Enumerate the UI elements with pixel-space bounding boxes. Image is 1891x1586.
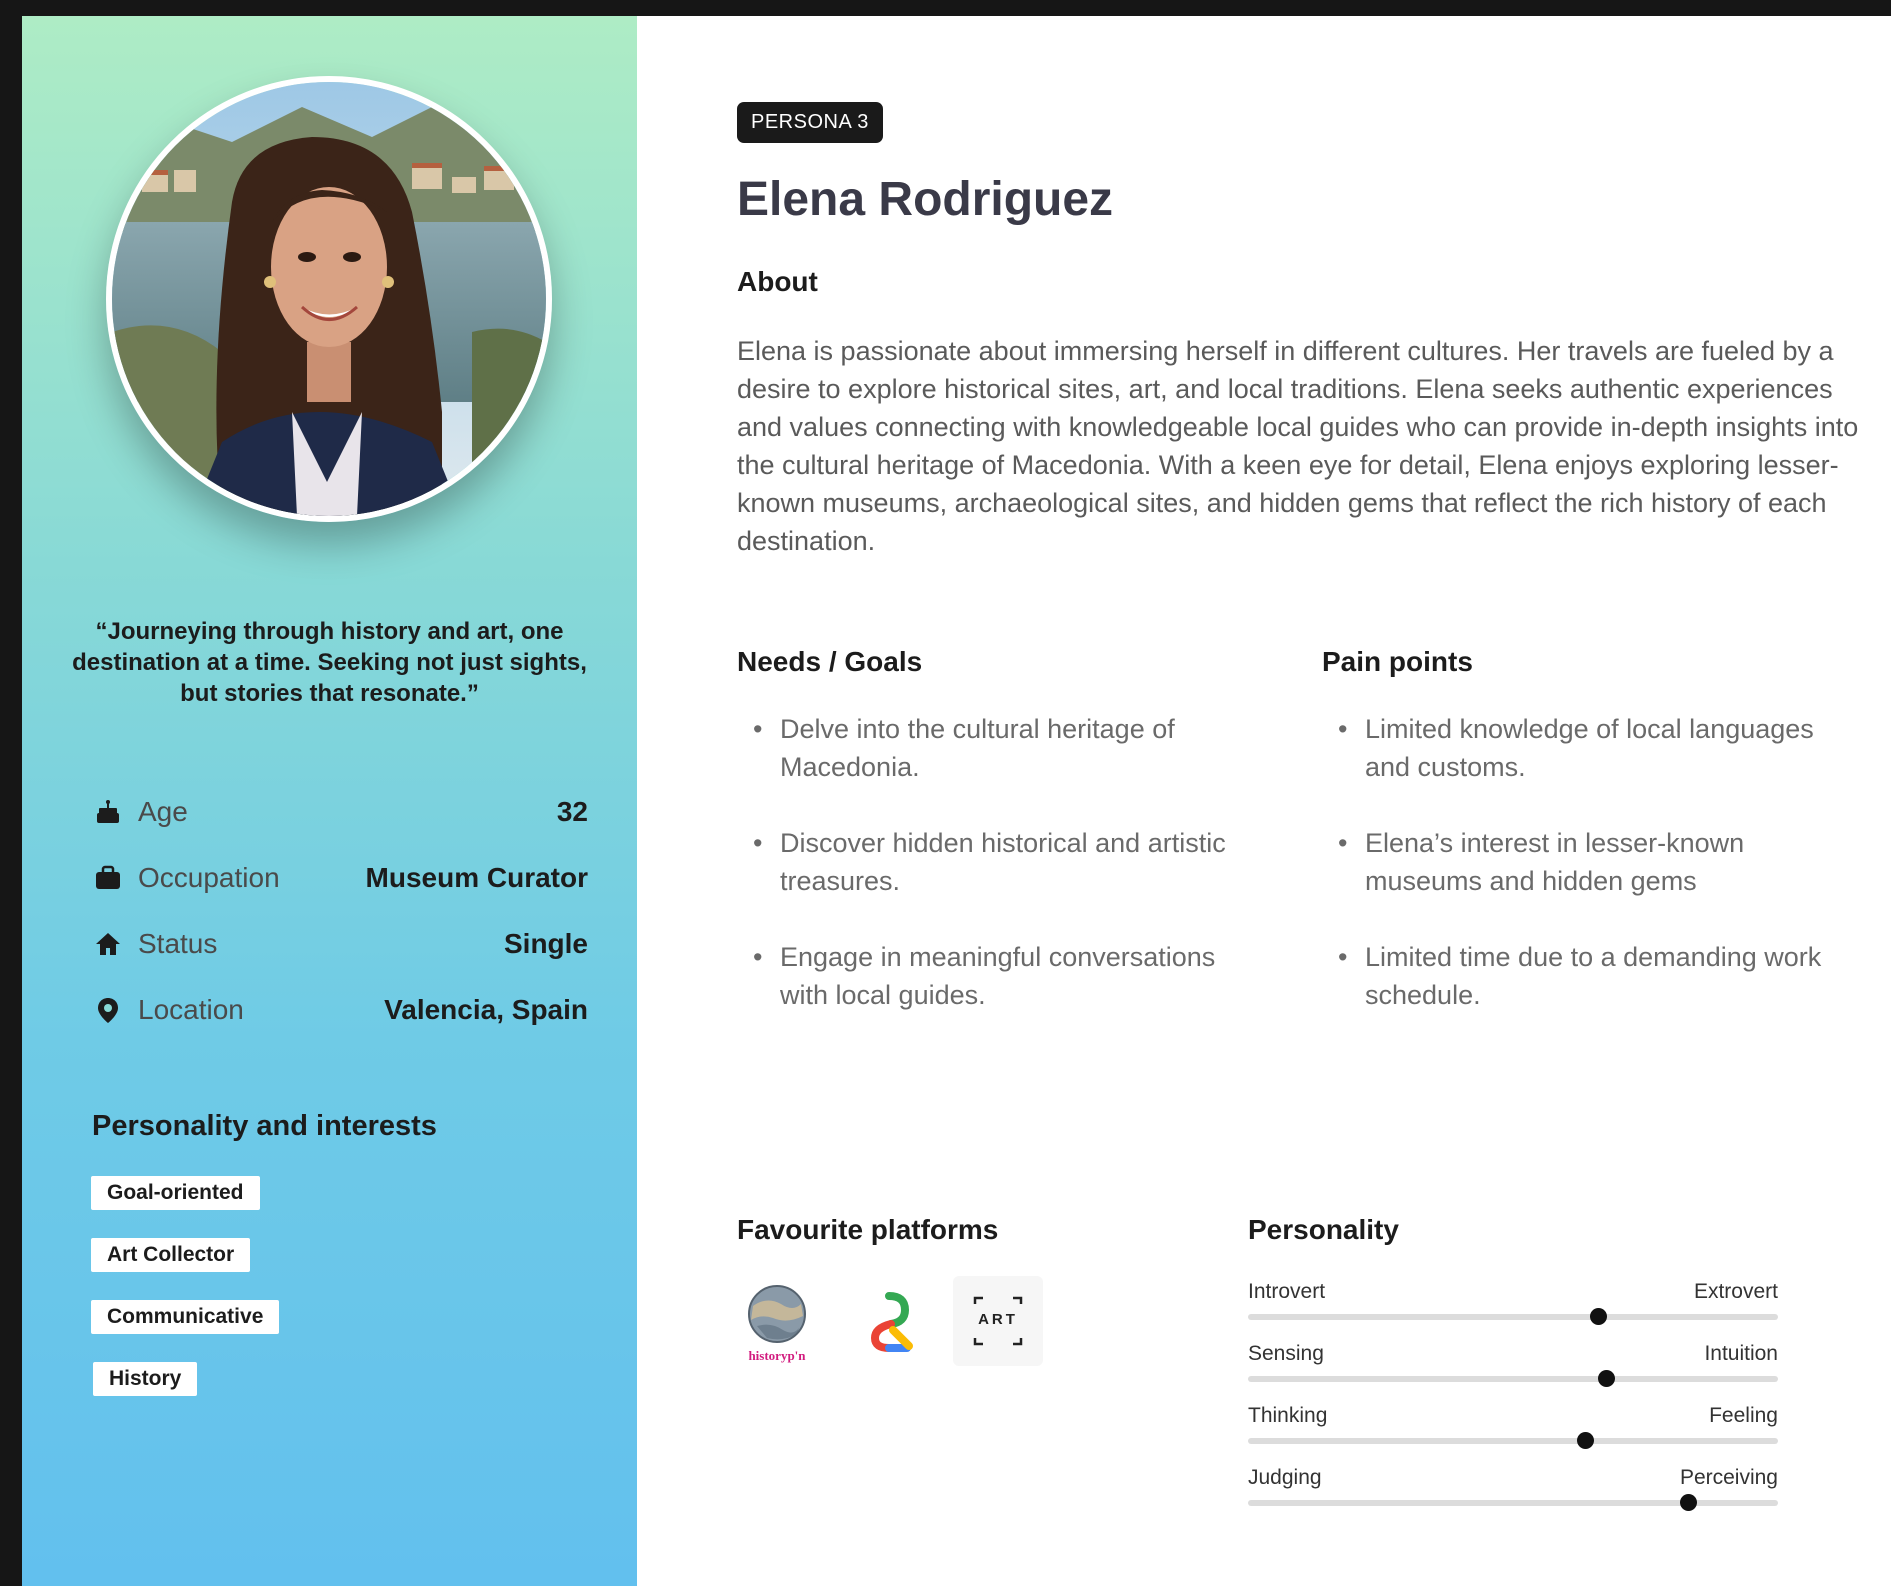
pain-points-title: Pain points	[1322, 646, 1473, 677]
persona-name: Elena Rodriguez	[737, 173, 1114, 226]
persona-badge: PERSONA 3	[737, 102, 883, 143]
interest-tag: Goal-oriented	[91, 1176, 260, 1210]
info-row-occupation: Occupation Museum Curator	[94, 858, 588, 898]
slider-track	[1248, 1376, 1778, 1382]
location-pin-icon	[98, 998, 118, 1023]
info-value: Valencia, Spain	[384, 994, 588, 1025]
slider-left-label: Judging	[1248, 1466, 1322, 1489]
about-text: Elena is passionate about immersing hers…	[737, 336, 1859, 556]
needs-goals-title: Needs / Goals	[737, 646, 923, 677]
interest-tag: Communicative	[91, 1300, 280, 1334]
interest-tag: History	[93, 1362, 198, 1396]
slider-right-label: Feeling	[1709, 1404, 1778, 1427]
slider-track	[1248, 1500, 1778, 1506]
list-item-text: Limited knowledge of local languages and…	[1365, 714, 1814, 782]
cake-icon	[97, 800, 119, 823]
slider-right-label: Extrovert	[1693, 1280, 1778, 1303]
platform-historypin[interactable]: historyp'n	[737, 1276, 827, 1366]
slider-left-label: Sensing	[1248, 1342, 1324, 1365]
about-title: About	[737, 266, 818, 297]
info-value: 32	[556, 796, 588, 827]
personality-slider: Judging Perceiving	[1248, 1466, 1778, 1526]
pain-points-list: • Limited knowledge of local languages an…	[1322, 710, 1842, 1052]
list-item-text: Discover hidden historical and artistic …	[780, 828, 1226, 896]
platform-arts-culture[interactable]	[845, 1276, 935, 1366]
platform-art-scanner[interactable]: ART	[953, 1276, 1043, 1366]
info-value: Museum Curator	[365, 862, 588, 893]
left-panel: “Journeying through history and art, one…	[22, 16, 637, 1586]
persona-quote: “Journeying through history and art, one…	[72, 618, 587, 707]
info-value: Single	[503, 928, 588, 959]
list-item: • Delve into the cultural heritage of Mac…	[753, 714, 1175, 782]
list-item: • Discover hidden historical and artistic…	[753, 828, 1226, 896]
list-item: • Limited time due to a demanding work sc…	[1338, 942, 1822, 1010]
info-label: Occupation	[138, 862, 280, 893]
info-label: Age	[138, 796, 188, 827]
arts-culture-logo-icon	[870, 1292, 913, 1352]
list-item: • Elena’s interest in lesser-known museum…	[1338, 828, 1745, 896]
personality-slider: Introvert Extrovert	[1248, 1280, 1778, 1340]
personality-title: Personality	[1248, 1214, 1399, 1245]
slider-knob[interactable]	[1679, 1494, 1697, 1511]
info-label: Status	[138, 928, 218, 959]
slider-knob[interactable]	[1589, 1308, 1607, 1325]
slider-left-label: Thinking	[1248, 1404, 1328, 1427]
list-item-text: Engage in meaningful conversations with …	[780, 942, 1216, 1010]
info-label: Location	[138, 994, 244, 1025]
list-item-text: Limited time due to a demanding work sch…	[1365, 942, 1822, 1010]
right-panel: PERSONA 3 Elena Rodriguez About Elena is…	[637, 16, 1891, 1586]
home-icon	[96, 933, 120, 955]
list-item: • Limited knowledge of local languages an…	[1338, 714, 1814, 782]
slider-track	[1248, 1314, 1778, 1320]
persona-card: “Journeying through history and art, one…	[22, 16, 1891, 1586]
platform-label: historyp'n	[748, 1348, 806, 1363]
slider-knob[interactable]	[1576, 1432, 1594, 1449]
interest-tag: Art Collector	[91, 1238, 251, 1272]
list-item-text: Elena’s interest in lesser-known museums…	[1365, 828, 1745, 896]
slider-track	[1248, 1438, 1778, 1444]
personality-slider: Thinking Feeling	[1248, 1404, 1778, 1464]
slider-left-label: Introvert	[1248, 1280, 1326, 1303]
personality-interests-title: Personality and interests	[92, 1110, 437, 1142]
favourite-platforms-title: Favourite platforms	[737, 1214, 999, 1245]
info-row-status: Status Single	[94, 924, 588, 964]
briefcase-icon	[96, 865, 120, 889]
personality-slider: Sensing Intuition	[1248, 1342, 1778, 1402]
list-item-text: Delve into the cultural heritage of Mace…	[780, 714, 1175, 782]
slider-knob[interactable]	[1597, 1370, 1615, 1387]
needs-goals-list: • Delve into the cultural heritage of Mac…	[737, 710, 1257, 1052]
slider-right-label: Perceiving	[1679, 1466, 1778, 1489]
persona-photo	[106, 76, 552, 522]
info-row-age: Age 32	[94, 792, 588, 832]
platform-label: ART	[978, 1311, 1018, 1328]
slider-right-label: Intuition	[1704, 1342, 1778, 1365]
list-item: • Engage in meaningful conversations with…	[753, 942, 1216, 1010]
info-row-location: Location Valencia, Spain	[94, 990, 588, 1030]
